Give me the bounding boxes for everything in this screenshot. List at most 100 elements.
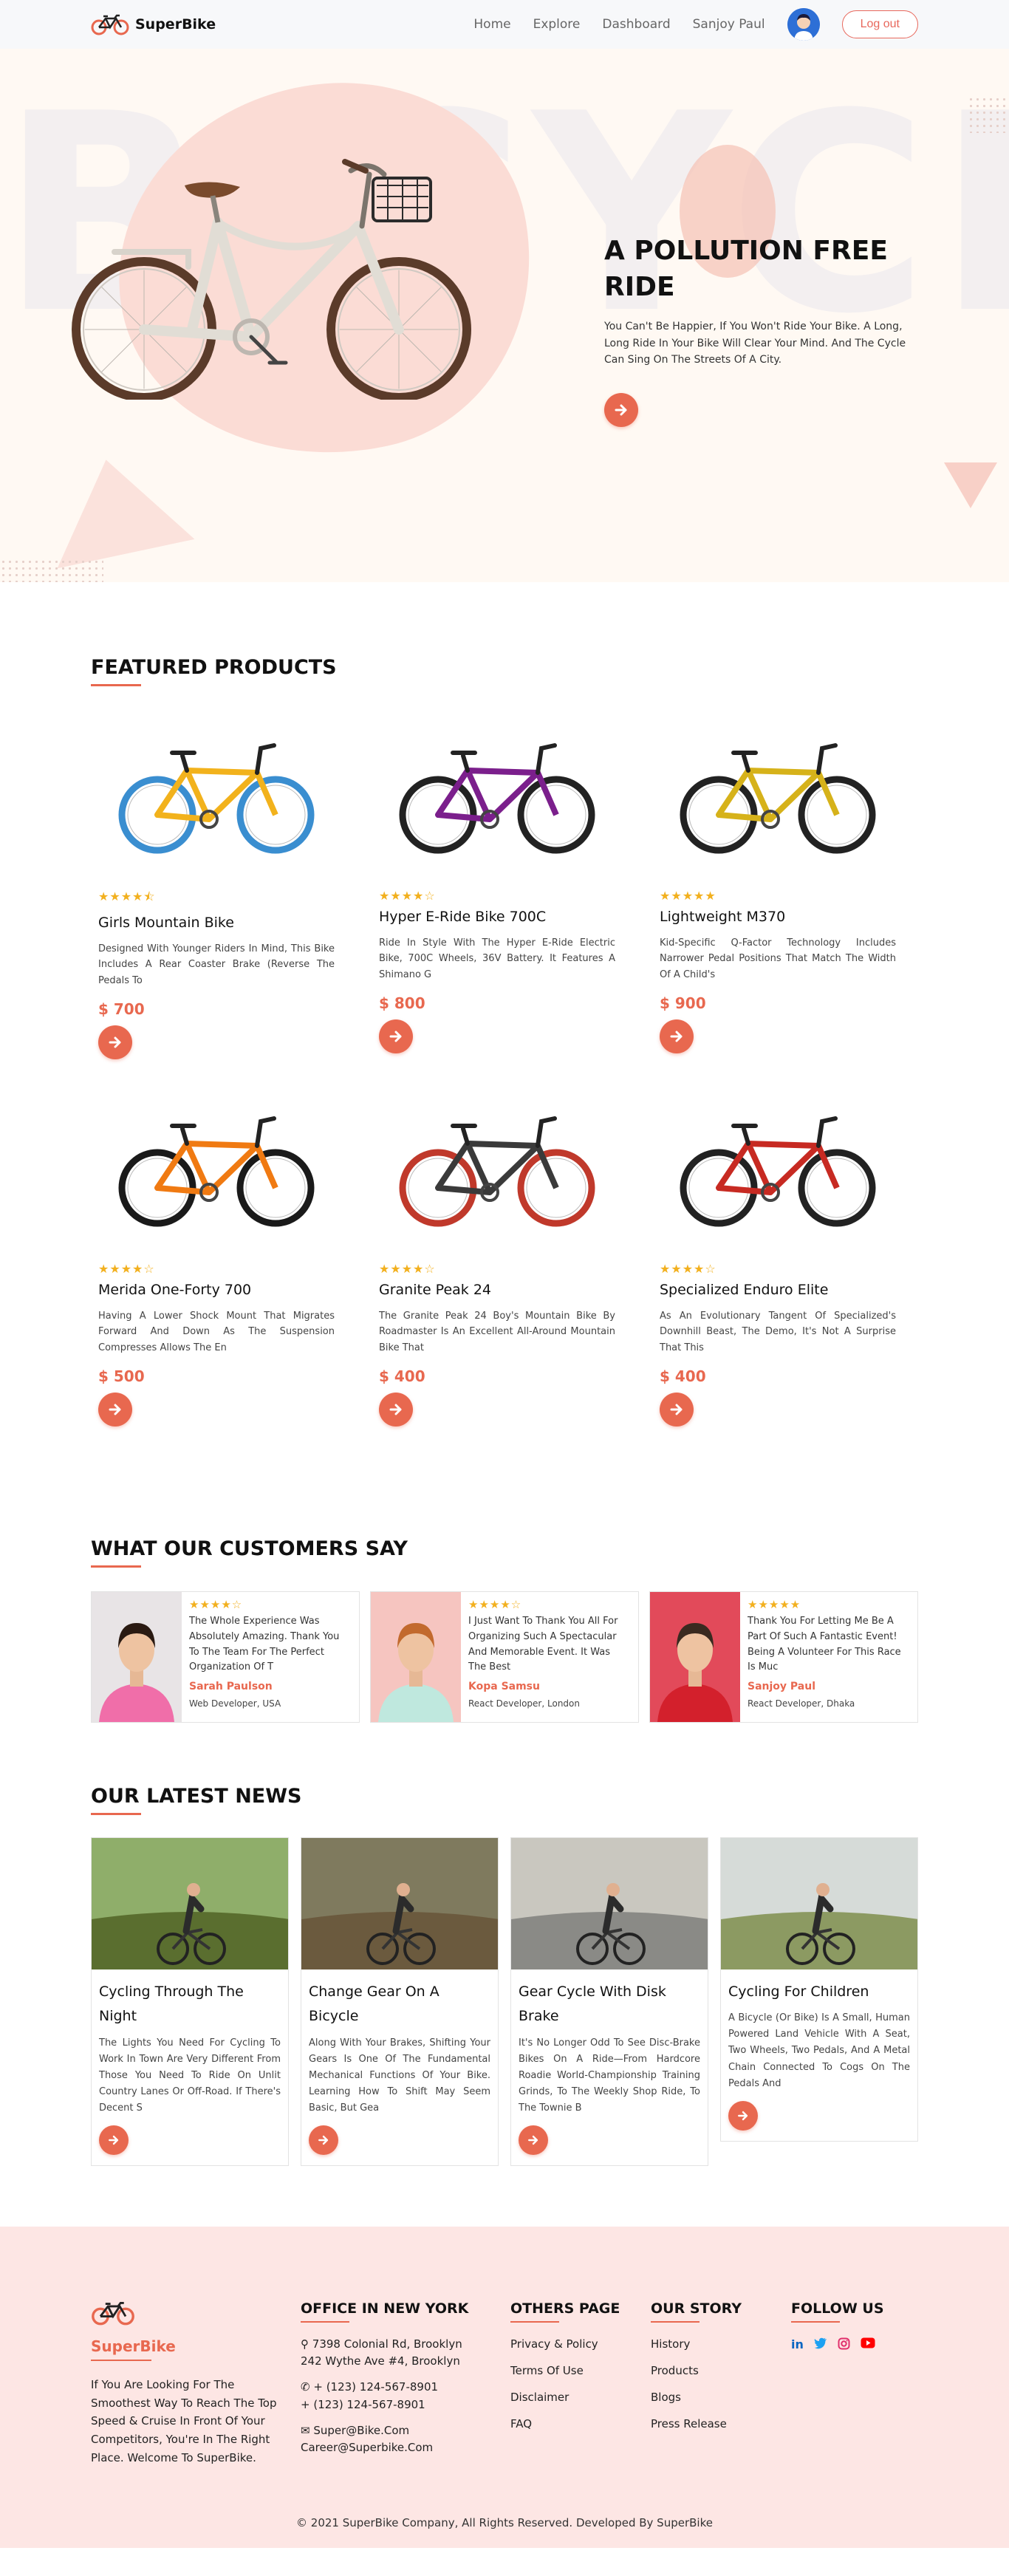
star-rating: ★★★★⯪	[98, 889, 156, 903]
office-phone-2[interactable]: + (123) 124-567-8901	[301, 2396, 510, 2413]
latest-news-section: OUR LATEST NEWS Cycling Through The Nigh…	[91, 1785, 918, 2166]
news-photo	[511, 1838, 708, 1969]
product-image[interactable]	[372, 1098, 623, 1246]
arrow-right-icon	[109, 1404, 121, 1415]
user-avatar-icon	[787, 8, 820, 41]
product-name[interactable]: Merida One-Forty 700	[98, 1282, 335, 1298]
news-image[interactable]	[511, 1838, 708, 1969]
testimonial-quote: The Whole Experience Was Absolutely Amaz…	[189, 1616, 340, 1673]
product-image[interactable]	[652, 725, 903, 872]
latest-news-title: OUR LATEST NEWS	[91, 1785, 302, 1815]
top-navbar: SuperBike Home Explore Dashboard Sanjoy …	[0, 0, 1009, 49]
brand-logo[interactable]: SuperBike	[91, 13, 216, 35]
news-card: Cycling Through The Night The Lights You …	[91, 1837, 289, 2166]
dot-pattern-decoration-top	[968, 96, 1009, 133]
news-title[interactable]: Cycling For Children	[728, 1980, 910, 2004]
footer-link-press-release[interactable]: Press Release	[651, 2417, 791, 2430]
nav-link-home[interactable]: Home	[473, 17, 510, 32]
arrow-right-icon	[670, 1404, 683, 1415]
arrow-right-icon	[670, 1031, 683, 1042]
arrow-right-icon	[389, 1031, 402, 1042]
product-image[interactable]	[652, 1098, 903, 1246]
customer-role: React Developer, London	[468, 1698, 580, 1709]
avatar	[92, 1592, 182, 1722]
news-title[interactable]: Gear Cycle With Disk Brake	[519, 1980, 700, 2029]
product-description: As An Evolutionary Tangent Of Specialize…	[660, 1311, 896, 1353]
youtube-icon[interactable]	[861, 2337, 875, 2353]
product-image[interactable]	[372, 725, 623, 872]
footer-brand-column: SuperBike If You Are Looking For The Smo…	[91, 2300, 301, 2467]
linkedin-icon[interactable]: in	[791, 2337, 804, 2353]
bicycle-logo-icon	[91, 14, 129, 35]
bicycle-logo-icon	[92, 2301, 134, 2326]
news-read-more-button[interactable]	[728, 2100, 758, 2131]
hero-section: BICYCLE A POLLUTION FREE RIDE	[0, 49, 1009, 582]
hero-cta-button[interactable]	[604, 393, 638, 428]
arrow-right-icon	[109, 2135, 119, 2145]
footer-link-disclaimer[interactable]: Disclaimer	[510, 2391, 651, 2404]
testimonial-quote: Thank You For Letting Me Be A Part Of Su…	[748, 1616, 901, 1673]
office-email-2[interactable]: Career@Superbike.Com	[301, 2439, 510, 2456]
product-details-button[interactable]	[98, 1025, 132, 1059]
avatar[interactable]	[787, 8, 820, 41]
office-phone-1[interactable]: + (123) 124-567-8901	[313, 2380, 438, 2394]
arrow-right-icon	[738, 2111, 748, 2120]
product-image[interactable]	[91, 1098, 342, 1246]
news-read-more-button[interactable]	[309, 2125, 338, 2155]
footer-link-privacy[interactable]: Privacy & Policy	[510, 2337, 651, 2351]
hero-bicycle-image	[72, 159, 471, 400]
product-details-button[interactable]	[660, 1019, 694, 1053]
news-card: Change Gear On A Bicycle Along With Your …	[301, 1837, 499, 2166]
footer-link-blogs[interactable]: Blogs	[651, 2391, 791, 2404]
envelope-icon: ✉	[301, 2423, 310, 2437]
nav-link-explore[interactable]: Explore	[533, 17, 581, 32]
instagram-icon[interactable]	[838, 2337, 850, 2353]
footer: SuperBike If You Are Looking For The Smo…	[0, 2226, 1009, 2548]
twitter-icon[interactable]	[814, 2337, 827, 2353]
product-name[interactable]: Specialized Enduro Elite	[660, 1282, 896, 1298]
customer-role: React Developer, Dhaka	[748, 1698, 855, 1709]
news-read-more-button[interactable]	[519, 2125, 548, 2155]
product-details-button[interactable]	[98, 1393, 132, 1427]
news-excerpt: A Bicycle (Or Bike) Is A Small, Human Po…	[728, 2012, 910, 2089]
star-rating: ★★★★☆	[468, 1598, 522, 1611]
featured-products-title: FEATURED PRODUCTS	[91, 656, 337, 686]
product-details-button[interactable]	[660, 1393, 694, 1427]
footer-link-terms[interactable]: Terms Of Use	[510, 2364, 651, 2377]
customer-photo	[650, 1592, 740, 1722]
testimonials-section: WHAT OUR CUSTOMERS SAY ★★★★☆ The Whole Ex…	[91, 1537, 918, 1723]
footer-link-history[interactable]: History	[651, 2337, 791, 2351]
news-title[interactable]: Cycling Through The Night	[99, 1980, 281, 2029]
product-details-button[interactable]	[379, 1019, 413, 1053]
product-image[interactable]	[91, 725, 342, 872]
footer-link-products[interactable]: Products	[651, 2364, 791, 2377]
news-excerpt: It's No Longer Odd To See Disc-Brake Bik…	[519, 2037, 700, 2114]
product-name[interactable]: Girls Mountain Bike	[98, 915, 335, 931]
product-details-button[interactable]	[379, 1393, 413, 1427]
footer-link-faq[interactable]: FAQ	[510, 2417, 651, 2430]
product-name[interactable]: Hyper E-Ride Bike 700C	[379, 909, 615, 925]
map-marker-icon: ⚲	[301, 2337, 309, 2351]
office-email-1[interactable]: Super@Bike.Com	[313, 2424, 409, 2437]
news-image[interactable]	[721, 1838, 917, 1969]
product-description: Designed With Younger Riders In Mind, Th…	[98, 943, 335, 986]
dot-pattern-decoration	[0, 558, 103, 582]
product-bicycle-image	[680, 1116, 876, 1227]
product-bicycle-image	[118, 1116, 315, 1227]
product-description: The Granite Peak 24 Boy's Mountain Bike …	[379, 1311, 615, 1353]
testimonial-quote: I Just Want To Thank You All For Organiz…	[468, 1616, 618, 1673]
news-title[interactable]: Change Gear On A Bicycle	[309, 1980, 490, 2029]
product-description: Ride In Style With The Hyper E-Ride Elec…	[379, 937, 615, 980]
footer-follow-title: FOLLOW US	[791, 2300, 884, 2323]
logout-button[interactable]: Log out	[841, 10, 918, 38]
copyright-text: © 2021 SuperBike Company, All Rights Res…	[296, 2515, 713, 2529]
news-image[interactable]	[92, 1838, 288, 1969]
news-read-more-button[interactable]	[99, 2125, 129, 2155]
news-image[interactable]	[301, 1838, 498, 1969]
product-name[interactable]: Granite Peak 24	[379, 1282, 615, 1298]
product-name[interactable]: Lightweight M370	[660, 909, 896, 925]
testimonial-grid: ★★★★☆ The Whole Experience Was Absolutely…	[91, 1591, 918, 1723]
avatar	[650, 1592, 740, 1722]
nav-link-dashboard[interactable]: Dashboard	[602, 17, 670, 32]
triangle-decoration-right	[944, 462, 997, 508]
